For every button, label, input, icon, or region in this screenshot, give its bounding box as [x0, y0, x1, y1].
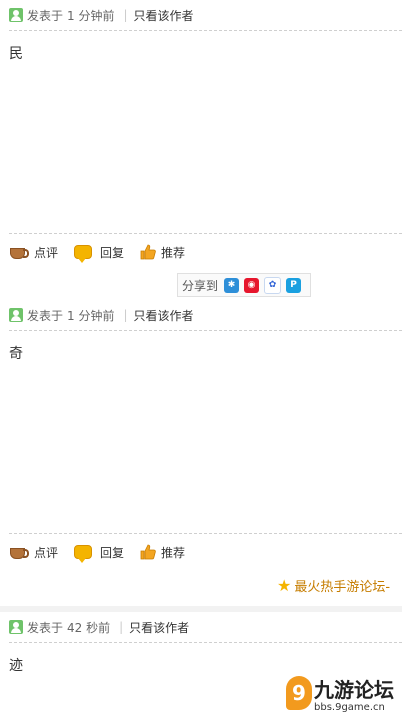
- watermark-logo: 9: [286, 676, 312, 710]
- watermark-title: 九游论坛: [314, 678, 394, 702]
- posted-prefix: 发表于: [27, 308, 64, 323]
- thumb-icon: [140, 244, 156, 260]
- post-2: 发表于 1 分钟前 | 只看该作者 奇 点评 回复 推荐 ★ 最火热手游论坛-: [0, 300, 402, 606]
- bubble-icon: [74, 545, 93, 563]
- thumb-icon: [140, 544, 156, 560]
- author-only-link[interactable]: 只看该作者: [129, 619, 189, 636]
- recommend-button[interactable]: 推荐: [140, 544, 185, 561]
- divider: |: [123, 8, 128, 22]
- promo-row: ★ 最火热手游论坛-: [0, 570, 402, 606]
- weibo-icon[interactable]: ◉: [244, 277, 260, 293]
- reply-button[interactable]: 回复: [74, 244, 124, 263]
- post-content: 迹: [9, 658, 23, 674]
- comment-button[interactable]: 点评: [9, 544, 58, 561]
- reply-button[interactable]: 回复: [74, 544, 124, 563]
- post-time: 1 分钟前: [67, 308, 115, 323]
- comment-button[interactable]: 点评: [9, 244, 58, 261]
- post-time: 42 秒前: [67, 620, 111, 635]
- post-header: 发表于 1 分钟前 | 只看该作者: [0, 0, 402, 30]
- author-only-link[interactable]: 只看该作者: [134, 7, 194, 24]
- post-header: 发表于 42 秒前 | 只看该作者: [0, 612, 402, 642]
- site-watermark: 9 九游论坛 bbs.9game.cn: [286, 674, 398, 718]
- divider: |: [123, 308, 128, 322]
- post-time: 1 分钟前: [67, 8, 115, 23]
- post-content: 民: [9, 46, 23, 62]
- share-box: 分享到 ✱ ◉ ✿ P: [177, 273, 312, 297]
- avatar-icon: [9, 308, 23, 322]
- avatar-icon: [9, 8, 23, 22]
- cup-icon: [9, 245, 29, 259]
- post-3: 发表于 42 秒前 | 只看该作者 迹: [0, 612, 402, 675]
- avatar-icon: [9, 620, 23, 634]
- pengyou-icon[interactable]: P: [286, 277, 302, 293]
- post-header: 发表于 1 分钟前 | 只看该作者: [0, 300, 402, 330]
- recommend-button[interactable]: 推荐: [140, 244, 185, 261]
- watermark-url: bbs.9game.cn: [314, 702, 385, 713]
- qzone-icon[interactable]: ✱: [224, 277, 240, 293]
- star-icon: ★: [277, 576, 292, 595]
- share-row: 分享到 ✱ ◉ ✿ P: [0, 270, 402, 300]
- divider: |: [119, 620, 124, 634]
- author-only-link[interactable]: 只看该作者: [134, 307, 194, 324]
- bubble-icon: [74, 245, 93, 263]
- post-content: 奇: [9, 346, 23, 362]
- post-actions: 点评 回复 推荐: [0, 234, 402, 270]
- baidu-icon[interactable]: ✿: [264, 276, 282, 294]
- post-1: 发表于 1 分钟前 | 只看该作者 民 点评 回复 推荐 分享到 ✱ ◉ ✿ P: [0, 0, 402, 300]
- post-actions: 点评 回复 推荐: [0, 534, 402, 570]
- posted-prefix: 发表于: [27, 620, 64, 635]
- share-label: 分享到: [182, 278, 219, 293]
- promo-link[interactable]: ★ 最火热手游论坛-: [277, 576, 390, 595]
- cup-icon: [9, 545, 29, 559]
- posted-prefix: 发表于: [27, 8, 64, 23]
